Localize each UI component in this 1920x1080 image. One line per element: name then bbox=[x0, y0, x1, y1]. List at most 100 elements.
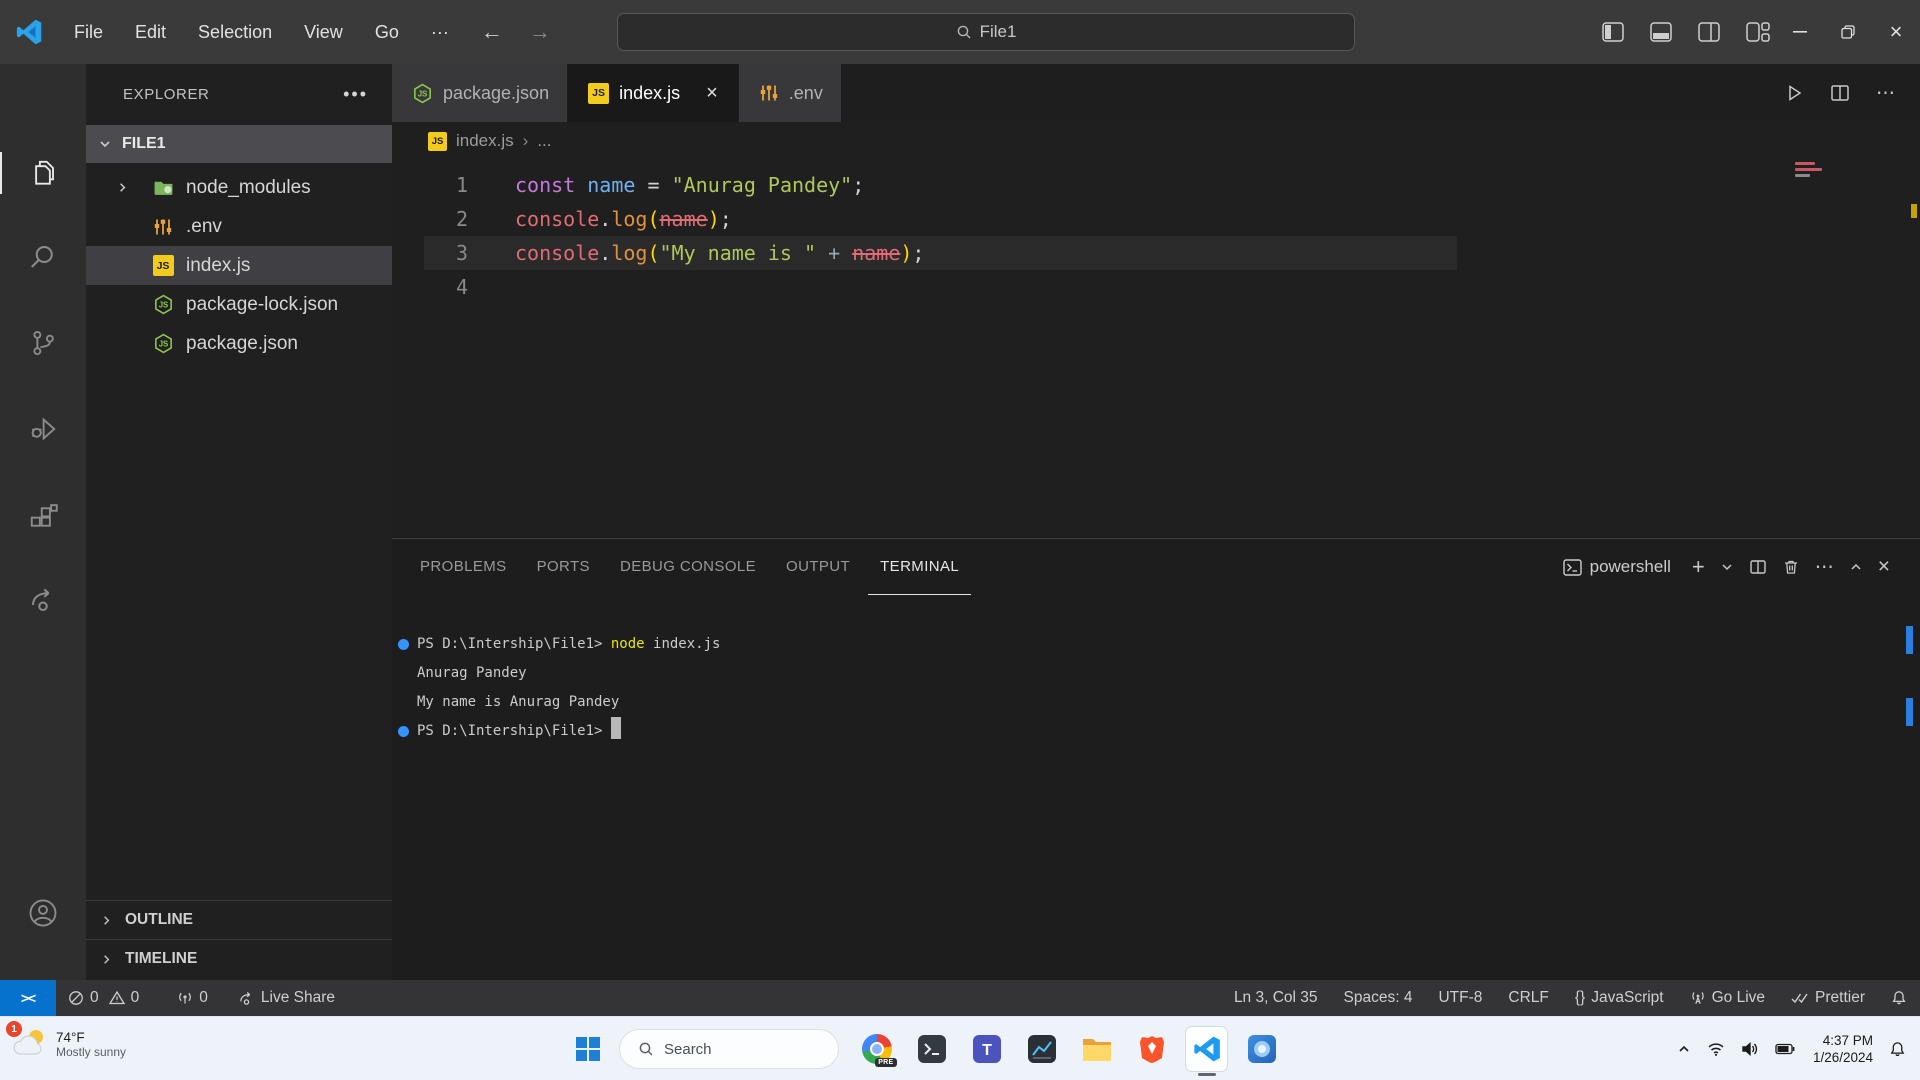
taskbar-app-brave[interactable] bbox=[1124, 1017, 1179, 1080]
close-window-button[interactable]: × bbox=[1872, 0, 1920, 64]
tray-chevron-up-icon[interactable] bbox=[1677, 1042, 1691, 1056]
terminal-scrollbar-mark bbox=[1906, 698, 1913, 726]
live-share-status[interactable]: Live Share bbox=[226, 980, 347, 1016]
windows-start-button[interactable] bbox=[575, 1036, 601, 1062]
workspace-root-folder[interactable]: FILE1 bbox=[86, 125, 392, 163]
taskbar-search[interactable]: Search bbox=[619, 1029, 839, 1069]
breadcrumb[interactable]: JS index.js › ... bbox=[392, 122, 1920, 160]
taskbar-app-photos[interactable] bbox=[1234, 1017, 1289, 1080]
sidebar-sections: OUTLINETIMELINE bbox=[86, 900, 392, 978]
menu-view[interactable]: View bbox=[288, 0, 359, 64]
extensions-icon[interactable] bbox=[0, 488, 86, 546]
maximize-panel-icon[interactable] bbox=[1849, 560, 1863, 574]
taskbar-app-file-explorer[interactable] bbox=[1069, 1017, 1124, 1080]
weather-badge: 1 bbox=[6, 1021, 22, 1037]
back-arrow-icon[interactable]: ← bbox=[481, 19, 503, 45]
tab-label: .env bbox=[789, 83, 823, 104]
editor-tab-.env[interactable]: .env bbox=[739, 64, 842, 122]
wifi-icon[interactable] bbox=[1707, 1041, 1725, 1057]
editor-tab-package.json[interactable]: JSpackage.json bbox=[392, 64, 568, 122]
js-file-icon: JS bbox=[153, 255, 174, 276]
toggle-primary-sidebar-icon[interactable] bbox=[1602, 22, 1624, 42]
taskbar-app-edge-preview[interactable]: PRE bbox=[849, 1017, 904, 1080]
npm-file-icon: JS bbox=[412, 83, 433, 104]
menu-more-icon[interactable]: ··· bbox=[415, 0, 465, 64]
breadcrumb-symbol: ... bbox=[537, 131, 551, 151]
taskbar-app-terminal-app[interactable] bbox=[904, 1017, 959, 1080]
taskbar-app-vscode[interactable] bbox=[1179, 1017, 1234, 1080]
code-editor[interactable]: 1const name = "Anurag Pandey";2console.l… bbox=[392, 160, 1920, 538]
explorer-item-package.json[interactable]: JSpackage.json bbox=[86, 324, 392, 363]
run-file-icon[interactable] bbox=[1784, 83, 1804, 103]
sidebar-section-timeline[interactable]: TIMELINE bbox=[86, 939, 392, 978]
volume-icon[interactable] bbox=[1741, 1041, 1759, 1057]
taskbar-clock[interactable]: 4:37 PM 1/26/2024 bbox=[1813, 1032, 1873, 1066]
taskbar-app-teams[interactable]: T bbox=[959, 1017, 1014, 1080]
go-live-icon bbox=[1690, 990, 1706, 1006]
restore-button[interactable] bbox=[1824, 0, 1872, 64]
kill-terminal-icon[interactable] bbox=[1782, 558, 1800, 576]
explorer-item-.env[interactable]: .env bbox=[86, 207, 392, 246]
menu-bar: FileEditSelectionViewGo··· bbox=[58, 0, 465, 64]
forward-arrow-icon[interactable]: → bbox=[529, 19, 551, 45]
terminal-shell-item[interactable]: powershell bbox=[1563, 557, 1671, 577]
toggle-secondary-sidebar-icon[interactable] bbox=[1698, 22, 1720, 42]
indentation[interactable]: Spaces: 4 bbox=[1331, 980, 1426, 1016]
encoding[interactable]: UTF-8 bbox=[1425, 980, 1495, 1016]
menu-file[interactable]: File bbox=[58, 0, 119, 64]
customize-layout-icon[interactable] bbox=[1746, 22, 1770, 42]
editor-tab-index.js[interactable]: JSindex.js× bbox=[568, 64, 739, 122]
explorer-more-actions-icon[interactable]: ••• bbox=[343, 84, 368, 105]
panel-tab-ports[interactable]: PORTS bbox=[525, 539, 602, 595]
ports-icon bbox=[177, 990, 193, 1006]
panel-tab-output[interactable]: OUTPUT bbox=[774, 539, 862, 595]
split-editor-icon[interactable] bbox=[1830, 83, 1850, 103]
accounts-icon[interactable] bbox=[0, 884, 86, 942]
taskbar-app-task-manager[interactable] bbox=[1014, 1017, 1069, 1080]
run-debug-icon[interactable] bbox=[0, 400, 86, 458]
ports-status[interactable]: 0 bbox=[165, 980, 220, 1016]
battery-icon[interactable] bbox=[1775, 1043, 1795, 1055]
split-terminal-icon[interactable] bbox=[1749, 558, 1767, 576]
explorer-item-package-lock.json[interactable]: JS package-lock.json bbox=[86, 285, 392, 324]
file-name: package-lock.json bbox=[186, 294, 338, 316]
editor-more-actions-icon[interactable]: ⋯ bbox=[1876, 82, 1896, 105]
close-panel-icon[interactable]: × bbox=[1878, 555, 1890, 579]
search-sidebar-icon[interactable] bbox=[0, 228, 86, 286]
panel-tab-debug-console[interactable]: DEBUG CONSOLE bbox=[608, 539, 768, 595]
menu-selection[interactable]: Selection bbox=[182, 0, 288, 64]
sidebar-section-outline[interactable]: OUTLINE bbox=[86, 900, 392, 939]
problems-status[interactable]: 0 0 bbox=[56, 980, 151, 1016]
clock-date: 1/26/2024 bbox=[1813, 1049, 1873, 1066]
remote-indicator[interactable]: >< bbox=[0, 980, 56, 1016]
explorer-item-node_modules[interactable]: node_modules bbox=[86, 168, 392, 207]
new-terminal-icon[interactable]: + bbox=[1692, 554, 1705, 580]
panel-more-actions-icon[interactable]: ⋯ bbox=[1815, 556, 1834, 579]
explorer-icon[interactable] bbox=[0, 144, 86, 202]
notification-center-bell-icon[interactable] bbox=[1889, 1041, 1906, 1058]
live-share-icon[interactable] bbox=[0, 571, 86, 629]
language-mode[interactable]: {} JavaScript bbox=[1562, 980, 1677, 1016]
explorer-title: EXPLORER bbox=[123, 86, 210, 103]
panel-tab-problems[interactable]: PROBLEMS bbox=[408, 539, 519, 595]
menu-go[interactable]: Go bbox=[359, 0, 415, 64]
source-control-icon[interactable] bbox=[0, 314, 86, 372]
go-live-button[interactable]: Go Live bbox=[1677, 980, 1778, 1016]
terminal-dropdown-icon[interactable] bbox=[1720, 560, 1734, 574]
svg-text:JS: JS bbox=[158, 301, 168, 310]
minimize-button[interactable] bbox=[1776, 0, 1824, 64]
cursor-position[interactable]: Ln 3, Col 35 bbox=[1221, 980, 1331, 1016]
explorer-item-index.js[interactable]: JSindex.js bbox=[86, 246, 392, 285]
panel-tab-terminal[interactable]: TERMINAL bbox=[868, 539, 971, 595]
command-center-search[interactable]: File1 bbox=[617, 13, 1355, 51]
terminal-output[interactable]: PS D:\Intership\File1> node index.jsAnur… bbox=[392, 630, 1920, 746]
env-file-icon bbox=[153, 217, 173, 237]
notifications-bell-icon[interactable] bbox=[1878, 980, 1920, 1016]
weather-widget[interactable]: 1 74°F Mostly sunny bbox=[10, 1025, 126, 1063]
toggle-panel-icon[interactable] bbox=[1650, 22, 1672, 42]
close-tab-icon[interactable]: × bbox=[704, 82, 720, 105]
eol-sequence[interactable]: CRLF bbox=[1495, 980, 1561, 1016]
terminal-line: PS D:\Intership\File1> bbox=[392, 717, 1920, 746]
prettier-status[interactable]: Prettier bbox=[1778, 980, 1878, 1016]
menu-edit[interactable]: Edit bbox=[119, 0, 182, 64]
